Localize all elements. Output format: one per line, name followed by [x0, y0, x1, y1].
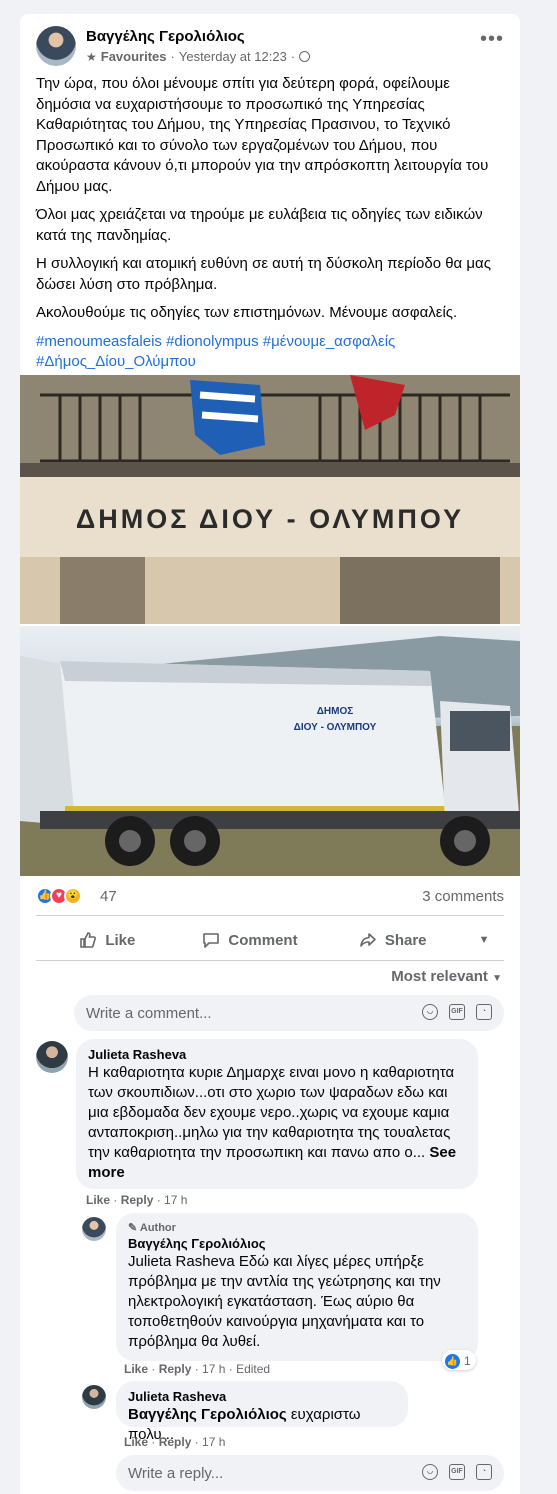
sticker-icon[interactable]: ◔: [476, 1004, 492, 1020]
post-photo-truck[interactable]: ΔΗΜΟΣ ΔΙΟΥ - ΟΛΥΜΠΟΥ: [20, 626, 520, 876]
author-badge-label: Author: [139, 1222, 176, 1234]
meta-separator: ·: [170, 49, 175, 64]
post-paragraph: Όλοι μας χρειάζεται να τηρούμε με ευλάβε…: [36, 206, 483, 244]
reply-time[interactable]: 17 h: [202, 1362, 225, 1376]
reaction-count[interactable]: 47: [100, 888, 117, 905]
post-paragraph: Ακολουθούμε τις οδηγίες των επιστημόνων.…: [36, 304, 458, 321]
reply-meta: Like · Reply · 17 h: [124, 1435, 226, 1449]
comment-like-link[interactable]: Like: [86, 1193, 110, 1207]
more-options-icon[interactable]: •••: [480, 29, 504, 49]
comments-count[interactable]: 3 comments: [422, 888, 504, 905]
reply-input[interactable]: Write a reply... ◡ GIF ◔: [116, 1455, 504, 1491]
reply-time[interactable]: 17 h: [202, 1435, 225, 1449]
reply-input-placeholder: Write a reply...: [128, 1465, 224, 1482]
author-reply-avatar[interactable]: [82, 1217, 106, 1241]
post-header: Βαγγέλης Γερολιόλιος ★ Favourites · Yest…: [36, 26, 504, 70]
sort-dropdown[interactable]: Most relevant ▼: [391, 968, 502, 985]
author-avatar[interactable]: [36, 26, 76, 66]
reply-reply-link[interactable]: Reply: [159, 1435, 192, 1449]
reply-like-link[interactable]: Like: [124, 1435, 148, 1449]
caret-down-icon: ▼: [478, 934, 490, 946]
action-bar: Like Comment Share ▼: [36, 922, 504, 958]
divider: [36, 915, 504, 916]
reply-author-name[interactable]: Βαγγέλης Γερολιόλιος: [128, 1236, 466, 1252]
post-paragraph: Την ώρα, που όλοι μένουμε σπίτι για δεύτ…: [36, 75, 489, 195]
thumbs-up-icon: [80, 932, 97, 948]
pen-icon: ✎: [128, 1222, 138, 1234]
emoji-icon[interactable]: ◡: [422, 1464, 438, 1480]
building-sign: ΔΗΜΟΣ ΔΙΟΥ - ΟΛΥΜΠΟΥ: [76, 504, 464, 534]
reply-reaction-badge[interactable]: 👍 1: [442, 1350, 476, 1370]
comment-icon: [203, 933, 220, 948]
like-button[interactable]: Like: [36, 922, 179, 958]
reply-like-link[interactable]: Like: [124, 1362, 148, 1376]
share-icon: [360, 933, 376, 947]
reply-like-count: 1: [464, 1354, 471, 1368]
commenter-avatar[interactable]: [36, 1041, 68, 1073]
comment-bubble: Julieta Rasheva Η καθαριοτητα κυριε Δημα…: [76, 1039, 478, 1189]
reaction-icons[interactable]: 👍 ♥ 😮: [36, 887, 82, 905]
truck-sign-line1: ΔΗΜΟΣ: [317, 706, 354, 717]
audience-label[interactable]: Favourites: [101, 49, 167, 64]
reply-bubble: ✎ Author Βαγγέλης Γερολιόλιος Julieta Ra…: [116, 1213, 478, 1361]
reply-text: Julieta Rasheva Εδώ και λίγες μέρες υπήρ…: [128, 1253, 441, 1350]
gif-icon[interactable]: GIF: [449, 1004, 465, 1020]
comment-text: Η καθαριοτητα κυριε Δημαρχε ειναι μονο η…: [88, 1063, 466, 1183]
comment-button[interactable]: Comment: [179, 922, 322, 958]
hashtags[interactable]: #menoumeasfaleis #dionolympus #μένουμε_α…: [36, 332, 506, 373]
post-card: Βαγγέλης Γερολιόλιος ★ Favourites · Yest…: [20, 14, 520, 1494]
post-stats: 👍 ♥ 😮 47 3 comments: [36, 886, 504, 908]
reply-bubble: Julieta Rasheva Βαγγέλης Γερολιόλιος ευχ…: [116, 1381, 408, 1443]
building-illustration: ΔΗΜΟΣ ΔΙΟΥ - ΟΛΥΜΠΟΥ: [20, 375, 520, 624]
commenter-avatar[interactable]: [82, 1385, 106, 1409]
like-label: Like: [105, 931, 136, 949]
reply-input-icons: ◡ GIF ◔: [422, 1464, 492, 1480]
comment-meta: Like · Reply · 17 h: [86, 1193, 188, 1207]
emoji-icon[interactable]: ◡: [422, 1004, 438, 1020]
post-paragraph: Η συλλογική και ατομική ευθύνη σε αυτή τ…: [36, 255, 491, 293]
truck-sign-line2: ΔΙΟΥ - ΟΛΥΜΠΟΥ: [294, 722, 377, 733]
comment-input[interactable]: Write a comment... ◡ GIF ◔: [74, 995, 504, 1031]
comment-label: Comment: [228, 931, 298, 949]
author-name[interactable]: Βαγγέλης Γερολιόλιος: [86, 28, 245, 45]
post-photo-building[interactable]: ΔΗΜΟΣ ΔΙΟΥ - ΟΛΥΜΠΟΥ: [20, 375, 520, 624]
comment-time[interactable]: 17 h: [164, 1193, 187, 1207]
share-button[interactable]: Share: [321, 922, 464, 958]
post-time[interactable]: Yesterday at 12:23: [179, 49, 287, 64]
post-body: Την ώρα, που όλοι μένουμε σπίτι για δεύτ…: [36, 74, 506, 381]
author-badge: ✎ Author: [128, 1221, 466, 1234]
star-icon: ★: [86, 49, 97, 64]
reply-meta: Like · Reply · 17 h · Edited: [124, 1362, 271, 1376]
globe-icon: [299, 51, 311, 62]
caret-down-icon: ▼: [492, 973, 502, 984]
audience-dropdown-button[interactable]: ▼: [464, 922, 504, 958]
comment-body: Η καθαριοτητα κυριε Δημαρχε ειναι μονο η…: [88, 1064, 455, 1161]
reply-author-name[interactable]: Julieta Rasheva: [128, 1389, 396, 1405]
commenter-name[interactable]: Julieta Rasheva: [88, 1047, 466, 1063]
wow-reaction-icon: 😮: [64, 887, 82, 905]
comment-input-placeholder: Write a comment...: [86, 1005, 212, 1022]
post-meta: ★ Favourites · Yesterday at 12:23 ·: [86, 49, 311, 64]
edited-label: Edited: [236, 1362, 271, 1376]
mention-link[interactable]: Βαγγέλης Γερολιόλιος: [128, 1406, 287, 1423]
reply-reply-link[interactable]: Reply: [159, 1362, 192, 1376]
meta-separator: ·: [290, 49, 296, 64]
sticker-icon[interactable]: ◔: [476, 1464, 492, 1480]
share-label: Share: [384, 931, 427, 949]
truck-illustration: ΔΗΜΟΣ ΔΙΟΥ - ΟΛΥΜΠΟΥ: [20, 636, 520, 876]
divider: [36, 960, 504, 961]
gif-icon[interactable]: GIF: [449, 1464, 465, 1480]
comment-input-icons: ◡ GIF ◔: [422, 1004, 492, 1020]
sort-label: Most relevant: [391, 968, 488, 985]
like-reaction-icon: 👍: [445, 1353, 460, 1369]
comment-reply-link[interactable]: Reply: [121, 1193, 154, 1207]
